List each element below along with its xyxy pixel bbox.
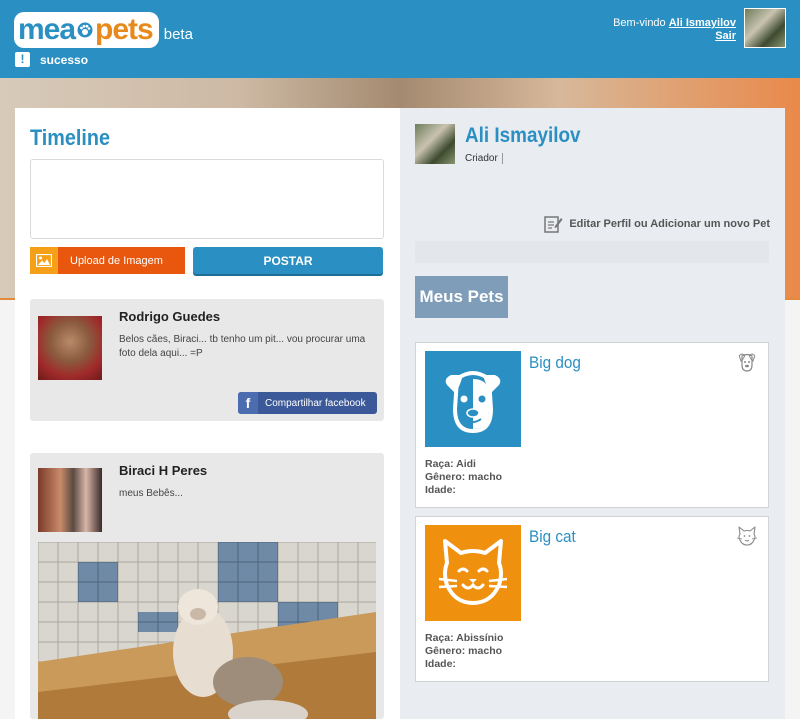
main-card: Timeline Upload de Imagem POSTAR Rodrigo…: [15, 108, 785, 719]
pet-card: Big dog Raça: Aidi Gênero: macho Idade:: [415, 342, 769, 508]
profile-role: Criador: [465, 153, 503, 164]
post-author[interactable]: Biraci H Peres: [119, 463, 207, 478]
avatar[interactable]: [38, 316, 102, 380]
pet-gender: Gênero: macho: [425, 645, 503, 657]
logo[interactable]: mea pets beta: [14, 10, 193, 50]
timeline-column: Timeline Upload de Imagem POSTAR Rodrigo…: [15, 108, 400, 719]
post-textarea[interactable]: [30, 159, 384, 239]
paw-icon: [77, 22, 93, 38]
post-text: Belos cães, Biraci... tb tenho um pit...…: [119, 334, 366, 359]
pet-card: Big cat Raça: Abissínio Gênero: macho Id…: [415, 516, 769, 682]
edit-profile-link[interactable]: Editar Perfil ou Adicionar um novo Pet: [543, 214, 770, 234]
post-button[interactable]: POSTAR: [193, 247, 383, 274]
facebook-icon: f: [238, 392, 258, 414]
timeline-title: Timeline: [30, 125, 110, 150]
share-facebook-button[interactable]: f Compartilhar facebook: [238, 392, 377, 414]
pet-breed: Raça: Aidi: [425, 458, 476, 470]
pet-age: Idade:: [425, 484, 456, 496]
welcome-box: Bem-vindo Ali Ismayilov Sair: [613, 17, 736, 43]
pet-details: Raça: Aidi Gênero: macho Idade:: [425, 458, 502, 497]
avatar[interactable]: [38, 468, 102, 532]
pet-name-link[interactable]: Big dog: [529, 353, 581, 373]
pet-avatar[interactable]: [425, 351, 521, 447]
edit-icon: [544, 216, 563, 233]
dog-icon: [736, 351, 758, 378]
alert-icon: !: [15, 52, 30, 67]
pet-gender: Gênero: macho: [425, 471, 503, 483]
pet-age: Idade:: [425, 658, 456, 670]
cat-icon: [438, 539, 508, 605]
post-text: meus Bebês...: [119, 488, 183, 499]
profile-avatar[interactable]: [415, 124, 455, 164]
welcome-prefix: Bem-vindo: [613, 17, 666, 29]
divider-bar: [415, 241, 769, 263]
header-avatar[interactable]: [744, 8, 786, 48]
logo-beta-label: beta: [163, 25, 193, 43]
cat-icon: [736, 525, 758, 552]
flash-message: ! sucesso: [15, 52, 88, 67]
pet-name-link[interactable]: Big cat: [529, 527, 576, 547]
logo-text-mea: mea: [18, 13, 76, 46]
pet-avatar[interactable]: [425, 525, 521, 621]
logo-badge: mea pets: [14, 12, 159, 48]
dog-photo-image: [38, 542, 376, 719]
timeline-post: Biraci H Peres meus Bebês...: [30, 453, 384, 719]
profile-name[interactable]: Ali Ismayilov: [465, 124, 581, 148]
logo-text-pets: pets: [95, 13, 154, 46]
logout-link[interactable]: Sair: [715, 30, 736, 42]
my-pets-heading: Meus Pets: [415, 276, 508, 318]
flash-text: sucesso: [40, 52, 89, 67]
share-facebook-label: Compartilhar facebook: [265, 397, 366, 409]
dog-icon: [445, 371, 501, 434]
upload-label: Upload de Imagem: [70, 254, 163, 267]
pet-details: Raça: Abissínio Gênero: macho Idade:: [425, 632, 503, 671]
top-header: mea pets beta ! sucesso Bem-vindo Ali Is…: [0, 0, 800, 78]
upload-image-button[interactable]: Upload de Imagem: [30, 247, 185, 274]
user-name-link[interactable]: Ali Ismayilov: [669, 17, 736, 29]
pet-breed: Raça: Abissínio: [425, 632, 504, 644]
post-photo[interactable]: [38, 542, 376, 719]
image-icon: [30, 247, 58, 274]
post-author[interactable]: Rodrigo Guedes: [119, 309, 220, 324]
profile-column: Ali Ismayilov Criador Editar Perfil ou A…: [400, 108, 785, 719]
timeline-post: Rodrigo Guedes Belos cães, Biraci... tb …: [30, 299, 384, 421]
edit-profile-label: Editar Perfil ou Adicionar um novo Pet: [569, 218, 770, 230]
